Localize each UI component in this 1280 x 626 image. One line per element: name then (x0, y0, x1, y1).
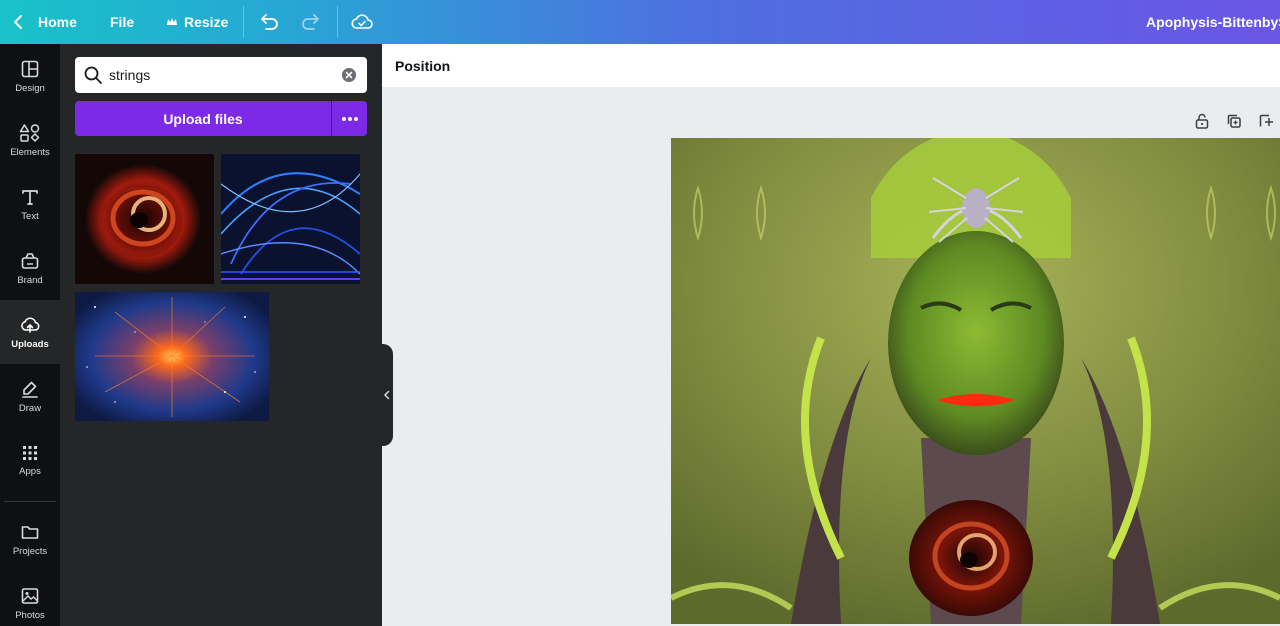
rail-divider (4, 501, 56, 502)
nebula-burst-image (75, 292, 269, 421)
cloud-upload-icon (21, 316, 40, 333)
more-horizontal-icon (341, 116, 358, 121)
home-button[interactable]: Home (10, 0, 77, 44)
redo-button[interactable] (300, 0, 322, 44)
left-rail: Design Elements Text Brand Uploads Draw … (0, 44, 60, 626)
shapes-icon (19, 123, 40, 142)
design-artwork-image (671, 138, 1280, 624)
search-box (75, 57, 367, 93)
rail-item-projects[interactable]: Projects (0, 507, 60, 571)
upload-files-label: Upload files (163, 110, 243, 127)
layout-icon (21, 60, 39, 77)
pen-icon (22, 381, 38, 398)
blue-strings-image (221, 154, 360, 284)
file-label: File (110, 14, 135, 30)
fractal-swirl-image (75, 154, 214, 284)
rail-label: Uploads (11, 338, 49, 350)
save-status-button[interactable] (350, 0, 374, 44)
duplicate-page-icon[interactable] (1225, 112, 1243, 130)
design-canvas-page[interactable] (671, 138, 1280, 624)
rail-item-uploads[interactable]: Uploads (0, 300, 60, 364)
divider (337, 6, 338, 38)
search-input[interactable] (109, 57, 329, 93)
rail-item-photos[interactable]: Photos (0, 571, 60, 626)
add-page-icon[interactable] (1257, 112, 1275, 130)
rail-item-text[interactable]: Text (0, 172, 60, 236)
lock-icon[interactable] (1193, 112, 1211, 130)
apps-grid-icon (23, 445, 37, 460)
document-title-text: Apophysis-BittenbySp (1146, 14, 1280, 30)
rail-item-elements[interactable]: Elements (0, 108, 60, 172)
crown-icon (167, 18, 177, 25)
editor-topbar: Home File Resize Apophysis-BittenbySp (0, 0, 1280, 44)
upload-files-button[interactable]: Upload files (75, 101, 331, 136)
rail-item-brand[interactable]: Brand (0, 236, 60, 300)
divider (243, 6, 244, 38)
more-options-button[interactable] (332, 101, 367, 136)
folder-icon (21, 525, 39, 539)
chevron-left-icon (383, 390, 390, 400)
position-label: Position (395, 57, 451, 74)
brand-kit-icon (21, 252, 39, 269)
rail-label: Text (21, 210, 39, 222)
resize-button[interactable]: Resize (166, 0, 228, 44)
search-icon (84, 66, 102, 84)
rail-item-design[interactable]: Design (0, 44, 60, 108)
file-menu-button[interactable]: File (110, 0, 134, 44)
chevron-left-icon (14, 15, 22, 29)
rail-label: Brand (17, 274, 43, 286)
upload-thumbnail[interactable] (75, 292, 269, 421)
upload-thumbnail[interactable] (221, 154, 360, 284)
photo-icon (21, 587, 39, 604)
rail-item-apps[interactable]: Apps (0, 428, 60, 492)
rail-label: Photos (15, 609, 45, 621)
uploads-panel: Upload files (60, 44, 382, 626)
resize-label: Resize (184, 14, 229, 30)
rail-label: Apps (19, 465, 41, 477)
position-button[interactable]: Position (395, 44, 450, 87)
rail-label: Draw (18, 402, 42, 414)
undo-icon (261, 14, 278, 30)
rail-item-draw[interactable]: Draw (0, 364, 60, 428)
context-toolbar: Position (382, 44, 1280, 87)
home-label: Home (38, 14, 77, 30)
rail-label: Elements (10, 146, 50, 158)
text-icon (22, 189, 38, 205)
undo-button[interactable] (258, 0, 280, 44)
cloud-check-icon (351, 14, 373, 29)
rail-label: Projects (12, 545, 48, 557)
redo-icon (302, 14, 319, 30)
upload-thumbnail[interactable] (75, 154, 214, 284)
clear-search-icon[interactable] (341, 67, 357, 83)
rail-label: Design (15, 82, 45, 94)
collapse-panel-button[interactable] (381, 344, 393, 446)
document-title[interactable]: Apophysis-BittenbySp (1146, 0, 1280, 44)
